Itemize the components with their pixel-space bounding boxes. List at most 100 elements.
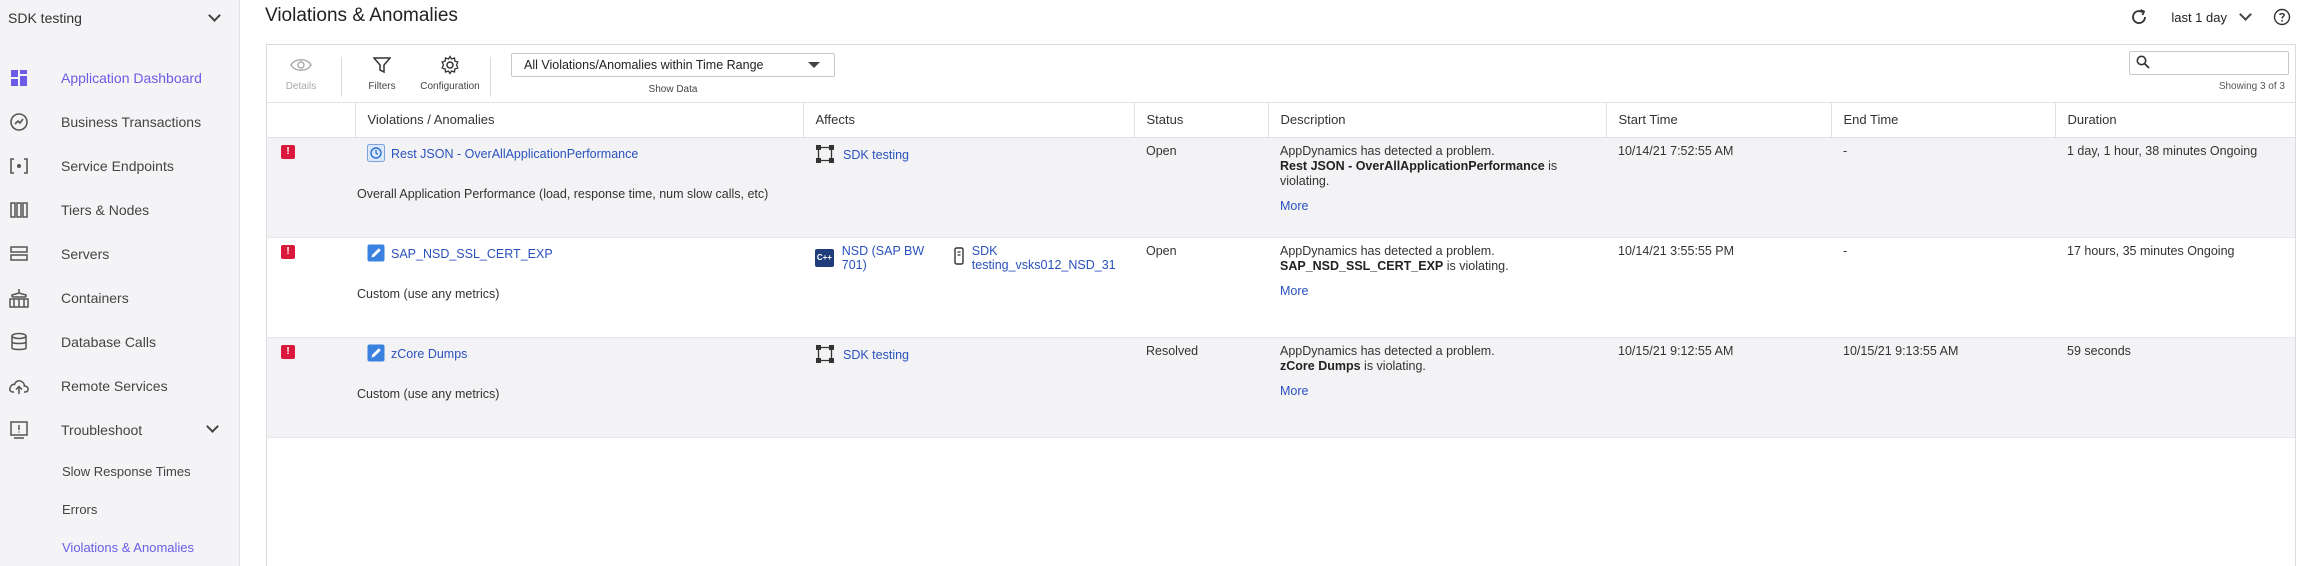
toolbar-divider: [490, 57, 491, 97]
end-time-cell: -: [1843, 243, 1848, 258]
column-header[interactable]: Affects: [802, 103, 1134, 138]
showing-count: Showing 3 of 3: [2218, 81, 2285, 92]
sidebar-item-remote-services[interactable]: Remote Services: [0, 364, 239, 408]
affected-entity-link[interactable]: NSD (SAP BW 701): [842, 244, 946, 272]
sidebar-item-business-transactions[interactable]: Business Transactions: [0, 100, 239, 144]
sidebar-subitem-violations-anomalies[interactable]: Violations & Anomalies: [0, 528, 239, 566]
application-name: SDK testing: [8, 10, 82, 26]
column-header[interactable]: Status: [1133, 103, 1268, 138]
severity-column-header: [267, 103, 355, 138]
configuration-label: Configuration: [420, 81, 480, 92]
affected-entity-link[interactable]: SDK testing: [843, 348, 909, 362]
sidebar-item-label: Troubleshoot: [61, 422, 143, 438]
affects-cell: SDK testing: [803, 337, 1134, 437]
servers-icon: [8, 243, 30, 265]
show-data-group: All Violations/Anomalies within Time Ran…: [511, 53, 835, 95]
description-cell: AppDynamics has detected a problem. Rest…: [1268, 137, 1606, 237]
affected-entity-link[interactable]: SDK testing_vsks012_NSD_31: [972, 244, 1134, 272]
sidebar-item-application-dashboard[interactable]: Application Dashboard: [0, 56, 239, 100]
table-row[interactable]: ! zCore Dumps Custom (use any metrics) S…: [267, 337, 2295, 437]
column-header[interactable]: End Time: [1830, 103, 2055, 138]
eye-icon: [290, 53, 312, 77]
description-intro: AppDynamics has detected a problem.: [1280, 343, 1495, 358]
start-time-cell: 10/14/21 3:55:55 PM: [1618, 243, 1735, 258]
sidebar-nav: Application Dashboard Business Transacti…: [0, 56, 239, 452]
more-link[interactable]: More: [1280, 384, 1606, 398]
description-cell: AppDynamics has detected a problem. zCor…: [1268, 337, 1606, 437]
search-input[interactable]: [2129, 51, 2289, 75]
violations-panel: Details Filters Configuration All Violat…: [266, 44, 2296, 566]
application-flow-icon: [815, 344, 835, 367]
severity-cell: !: [267, 237, 355, 337]
table-header-row: Violations / Anomalies Affects Status De…: [267, 103, 2295, 138]
start-time-cell: 10/14/21 7:52:55 AM: [1618, 143, 1734, 158]
sidebar: SDK testing Application Dashboard Busine…: [0, 0, 240, 566]
show-data-label: Show Data: [648, 84, 698, 95]
column-header[interactable]: Violations / Anomalies: [354, 103, 803, 138]
column-header[interactable]: Duration: [2054, 103, 2295, 138]
description-cell: AppDynamics has detected a problem. SAP_…: [1268, 237, 1606, 337]
help-icon[interactable]: [2272, 7, 2292, 27]
violation-name: SAP_NSD_SSL_CERT_EXP: [391, 247, 553, 261]
sidebar-item-label: Servers: [61, 246, 110, 262]
sidebar-item-label: Remote Services: [61, 378, 168, 394]
troubleshoot-submenu: Slow Response Times Errors Violations & …: [0, 452, 239, 566]
clock-icon: [367, 143, 385, 165]
details-label: Details: [285, 81, 317, 92]
status-cell: Open: [1146, 143, 1177, 158]
sidebar-item-service-endpoints[interactable]: Service Endpoints: [0, 144, 239, 188]
duration-cell: 17 hours, 35 minutes Ongoing: [2067, 243, 2235, 258]
gear-icon: [440, 53, 460, 77]
application-selector[interactable]: SDK testing: [0, 0, 239, 36]
sidebar-item-servers[interactable]: Servers: [0, 232, 239, 276]
more-link[interactable]: More: [1280, 284, 1606, 298]
troubleshoot-icon: [8, 419, 30, 441]
node-icon: [954, 247, 964, 268]
column-header[interactable]: Start Time: [1605, 103, 1831, 138]
sidebar-item-troubleshoot[interactable]: Troubleshoot: [0, 408, 239, 452]
chevron-down-icon: [206, 420, 219, 433]
sidebar-item-database-calls[interactable]: Database Calls: [0, 320, 239, 364]
dashboard-icon: [8, 67, 30, 89]
violation-link[interactable]: Rest JSON - OverAllApplicationPerformanc…: [367, 143, 803, 165]
show-data-value: All Violations/Anomalies within Time Ran…: [524, 58, 764, 72]
show-data-select[interactable]: All Violations/Anomalies within Time Ran…: [511, 53, 835, 77]
table-row[interactable]: ! Rest JSON - OverAllApplicationPerforma…: [267, 137, 2295, 237]
details-button[interactable]: Details: [267, 53, 335, 92]
description-suffix: is violating.: [1443, 258, 1509, 273]
cloud-upload-icon: [8, 375, 30, 397]
description-entity: SAP_NSD_SSL_CERT_EXP: [1280, 258, 1444, 273]
violation-cell: SAP_NSD_SSL_CERT_EXP Custom (use any met…: [355, 237, 803, 337]
column-header[interactable]: Description: [1267, 103, 1606, 138]
duration-cell: 59 seconds: [2067, 343, 2131, 358]
affected-entity-link[interactable]: SDK testing: [843, 148, 909, 162]
toolbar-divider: [341, 57, 342, 97]
violation-link[interactable]: zCore Dumps: [367, 344, 803, 365]
time-range-selector[interactable]: last 1 day: [2171, 8, 2252, 25]
sidebar-subitem-slow-response-times[interactable]: Slow Response Times: [0, 452, 239, 490]
critical-icon: !: [281, 344, 295, 359]
database-icon: [8, 331, 30, 353]
containers-icon: [8, 287, 30, 309]
more-link[interactable]: More: [1280, 199, 1606, 213]
sidebar-subitem-errors[interactable]: Errors: [0, 490, 239, 528]
sidebar-item-tiers-nodes[interactable]: Tiers & Nodes: [0, 188, 239, 232]
table-row[interactable]: ! SAP_NSD_SSL_CERT_EXP Custom (use any m…: [267, 237, 2295, 337]
filters-label: Filters: [368, 81, 396, 92]
severity-cell: !: [267, 337, 355, 437]
chevron-down-icon: [208, 9, 221, 22]
violation-link[interactable]: SAP_NSD_SSL_CERT_EXP: [367, 244, 803, 265]
configuration-button[interactable]: Configuration: [416, 53, 484, 92]
application-flow-icon: [815, 144, 835, 167]
refresh-icon[interactable]: [2129, 7, 2149, 27]
header-controls: last 1 day: [2129, 4, 2292, 30]
filters-button[interactable]: Filters: [348, 53, 416, 92]
sidebar-item-containers[interactable]: Containers: [0, 276, 239, 320]
sidebar-item-label: Business Transactions: [61, 114, 202, 130]
tiers-nodes-icon: [8, 199, 30, 221]
violation-name: Rest JSON - OverAllApplicationPerformanc…: [391, 147, 639, 161]
service-endpoints-icon: [8, 155, 30, 177]
description-intro: AppDynamics has detected a problem.: [1280, 243, 1495, 258]
sidebar-item-label: Tiers & Nodes: [61, 202, 150, 218]
page-title: Violations & Anomalies: [265, 5, 458, 26]
